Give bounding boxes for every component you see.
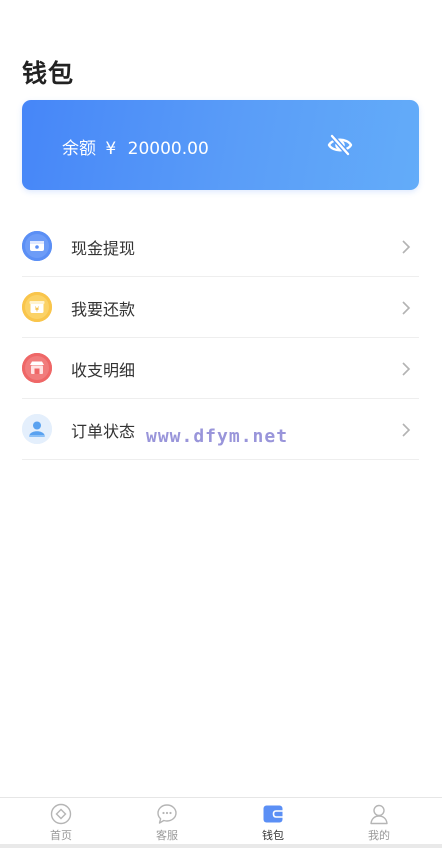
svg-text:¥: ¥ xyxy=(35,306,40,314)
balance-amount: 20000.00 xyxy=(127,139,209,159)
tab-mine[interactable]: 我的 xyxy=(324,798,434,845)
tab-label: 客服 xyxy=(156,829,178,842)
chevron-right-icon xyxy=(401,239,411,254)
menu-item-income-expense[interactable]: 收支明细 xyxy=(22,338,419,399)
tab-label: 钱包 xyxy=(262,829,284,842)
balance-label: 余额 xyxy=(62,139,96,159)
menu-item-cash-withdraw[interactable]: 现金提现 xyxy=(22,216,419,277)
eye-off-icon[interactable] xyxy=(327,133,353,157)
watermark-text: www.dfym.net xyxy=(146,426,289,447)
currency-symbol: ¥ xyxy=(105,139,117,159)
bottom-tab-bar: 首页 客服 钱包 我的 xyxy=(0,797,442,845)
chevron-right-icon xyxy=(401,361,411,376)
balance-card: 余额 ¥ 20000.00 xyxy=(22,100,419,190)
wallet-icon xyxy=(262,803,284,825)
wallet-menu: 现金提现 ¥ 我要还款 收支明细 订单状态 xyxy=(22,216,419,460)
repay-icon: ¥ xyxy=(22,292,52,322)
tab-home[interactable]: 首页 xyxy=(6,798,116,845)
menu-item-repay[interactable]: ¥ 我要还款 xyxy=(22,277,419,338)
menu-item-label: 现金提现 xyxy=(71,239,136,258)
home-icon xyxy=(50,803,72,825)
chat-icon xyxy=(156,803,178,825)
chevron-right-icon xyxy=(401,300,411,315)
tab-wallet[interactable]: 钱包 xyxy=(218,798,328,845)
order-status-icon xyxy=(22,414,52,444)
page-title: 钱包 xyxy=(22,59,75,88)
tab-customer-service[interactable]: 客服 xyxy=(112,798,222,845)
chevron-right-icon xyxy=(401,422,411,437)
menu-item-label: 订单状态 xyxy=(71,422,136,441)
tab-label: 首页 xyxy=(50,829,72,842)
shop-detail-icon xyxy=(22,353,52,383)
user-icon xyxy=(368,803,390,825)
menu-item-label: 收支明细 xyxy=(71,361,136,380)
bottom-divider xyxy=(0,844,442,848)
menu-item-label: 我要还款 xyxy=(71,300,136,319)
tab-label: 我的 xyxy=(368,829,390,842)
cash-withdraw-icon xyxy=(22,231,52,261)
balance-text: 余额 ¥ 20000.00 xyxy=(62,134,209,159)
